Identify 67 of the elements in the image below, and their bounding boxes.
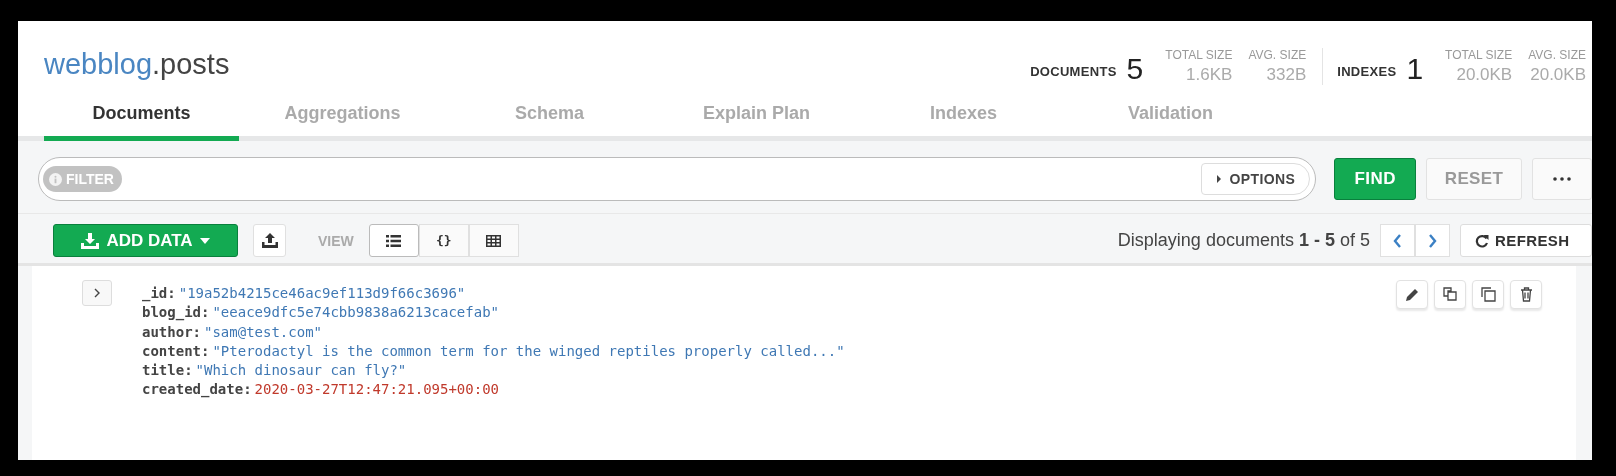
copy-button[interactable]: [1434, 280, 1466, 309]
collection-name: posts: [160, 48, 230, 80]
pencil-icon: [1405, 287, 1419, 302]
chevron-left-icon: [1393, 233, 1402, 248]
field-key: _id:: [142, 285, 176, 301]
next-page-button[interactable]: [1415, 224, 1450, 257]
table-view-button[interactable]: [468, 224, 519, 257]
field-key: content:: [142, 342, 210, 359]
more-icon: [1553, 177, 1571, 181]
find-button[interactable]: FIND: [1334, 158, 1417, 200]
table-icon: [486, 234, 502, 247]
tab[interactable]: Validation: [1067, 91, 1274, 141]
refresh-icon: [1475, 233, 1489, 248]
tab[interactable]: Schema: [446, 91, 653, 141]
field-key: blog_id:: [142, 304, 210, 321]
add-data-button[interactable]: ADD DATA: [53, 224, 238, 257]
paging-text: Displaying documents 1 - 5 of 5: [1117, 230, 1370, 251]
options-button[interactable]: OPTIONS: [1201, 163, 1311, 195]
field-key: created_date:: [142, 381, 252, 398]
refresh-button[interactable]: REFRESH: [1460, 224, 1592, 257]
upload-icon: [261, 233, 278, 248]
list-view-button[interactable]: [368, 224, 419, 257]
size-value: 20.0KB: [1456, 65, 1513, 85]
import-button[interactable]: [253, 224, 286, 257]
download-icon: [81, 232, 100, 249]
tab[interactable]: Explain Plan: [653, 91, 860, 141]
stat-label: INDEXES: [1337, 64, 1397, 81]
json-view-button[interactable]: {}: [418, 224, 469, 257]
name-separator: .: [152, 48, 161, 80]
field-value: "Pterodactyl is the common term for the winged reptiles properly called...": [212, 342, 845, 359]
field-value: "Which dinosaur can fly?": [195, 362, 407, 379]
field-value: "19a52b4215ce46ac9ef113d9f66c3696": [178, 285, 466, 301]
stat-count: 5: [1126, 53, 1144, 85]
size-value: 20.0KB: [1530, 65, 1586, 85]
caret-icon: [1216, 175, 1223, 183]
delete-button[interactable]: [1510, 280, 1542, 309]
database-name: webblog: [44, 48, 153, 80]
tab[interactable]: Indexes: [860, 91, 1067, 141]
size-label: TOTAL SIZE: [1165, 48, 1233, 62]
reset-button[interactable]: RESET: [1426, 158, 1522, 200]
field-key: title:: [142, 362, 193, 379]
field-value: "eeace9dfc5e74cbb9838a6213cacefab": [212, 304, 499, 321]
field-key: author:: [142, 323, 201, 340]
size-label: AVG. SIZE: [1528, 48, 1586, 62]
stat-label: DOCUMENTS: [1030, 64, 1117, 81]
copy-icon: [1442, 287, 1458, 302]
previous-page-button[interactable]: [1380, 224, 1415, 257]
caret-icon: [199, 237, 210, 244]
stat-count: 1: [1406, 53, 1424, 85]
size-value: 1.6KB: [1186, 65, 1233, 85]
field-value: "sam@test.com": [204, 323, 323, 340]
size-value: 332B: [1266, 65, 1307, 85]
chevron-right-icon: [1428, 233, 1437, 248]
view-label: VIEW: [318, 232, 354, 249]
filter-field[interactable]: FILTER OPTIONS: [38, 157, 1317, 201]
size-label: TOTAL SIZE: [1445, 48, 1513, 62]
chevron-right-icon: [94, 288, 100, 298]
clone-button[interactable]: [1472, 280, 1504, 309]
trash-icon: [1519, 287, 1533, 302]
filter-label: FILTER: [43, 166, 122, 192]
field-value: 2020-03-27T12:47:21.095+00:00: [254, 381, 499, 398]
tab[interactable]: Aggregations: [239, 91, 446, 141]
info-icon: [49, 172, 62, 186]
list-icon: [386, 234, 402, 247]
edit-button[interactable]: [1396, 280, 1428, 309]
size-label: AVG. SIZE: [1248, 48, 1307, 62]
duplicate-icon: [1480, 287, 1496, 302]
